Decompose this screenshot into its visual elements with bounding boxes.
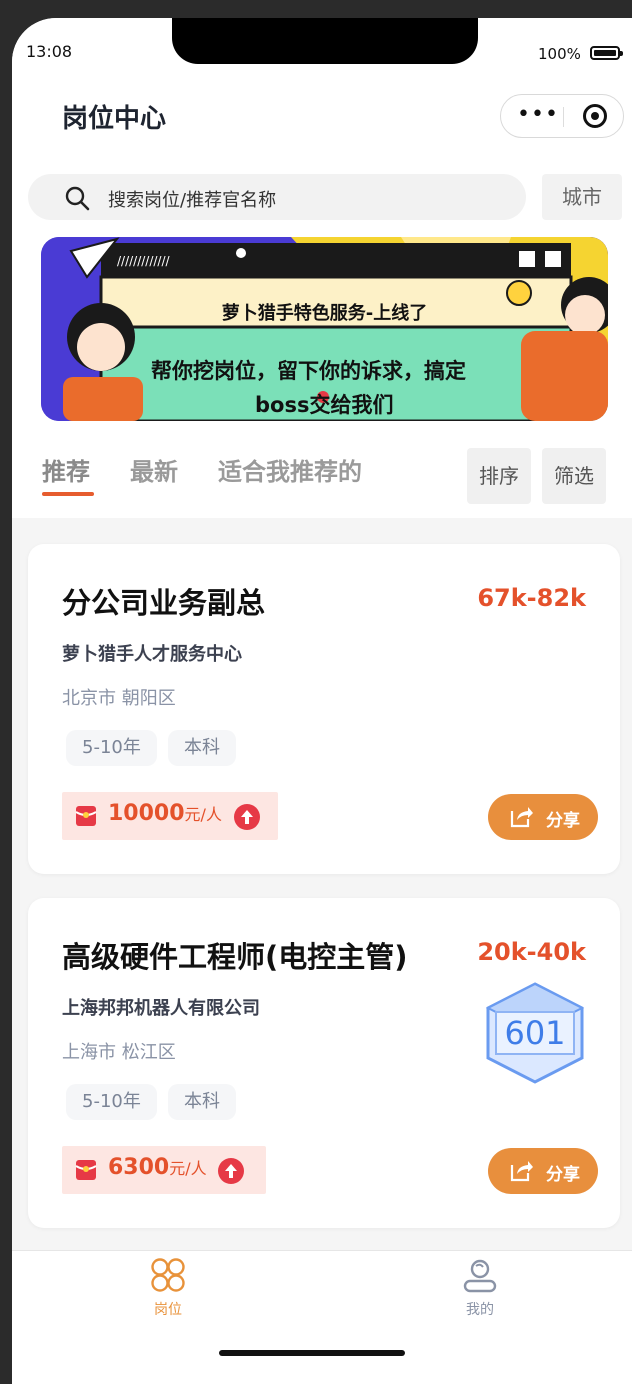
education-tag: 本科 bbox=[168, 1084, 236, 1120]
job-location: 北京市 朝阳区 bbox=[62, 688, 176, 709]
hiring-badge: 601 bbox=[480, 978, 590, 1092]
arrow-up-icon bbox=[234, 804, 260, 830]
tabbar-label: 我的 bbox=[466, 1302, 494, 1318]
notch bbox=[172, 18, 478, 64]
active-tab-indicator bbox=[42, 492, 94, 496]
cube-badge-icon: 601 bbox=[485, 982, 585, 1084]
job-card[interactable]: 高级硬件工程师(电控主管) 20k-40k 上海邦邦机器人有限公司 上海市 松江… bbox=[28, 898, 620, 1228]
job-tabs: 推荐 最新 适合我推荐的 排序 筛选 bbox=[12, 448, 632, 518]
tab-suitable[interactable]: 适合我推荐的 bbox=[218, 452, 362, 487]
battery-icon bbox=[590, 46, 623, 60]
battery-percent: 100% bbox=[538, 45, 581, 63]
tabbar-item-mine[interactable]: 我的 bbox=[440, 1257, 520, 1319]
search-placeholder: 搜索岗位/推荐官名称 bbox=[108, 190, 277, 211]
home-indicator bbox=[219, 1350, 405, 1356]
banner-line3: boss交给我们 bbox=[255, 393, 394, 417]
tab-latest[interactable]: 最新 bbox=[130, 452, 178, 487]
referral-reward: 10000元/人 bbox=[62, 792, 278, 840]
share-label: 分享 bbox=[546, 1165, 580, 1185]
user-icon bbox=[463, 1259, 497, 1293]
grid-icon bbox=[151, 1258, 185, 1292]
job-card[interactable]: 分公司业务副总 67k-82k 萝卜猎手人才服务中心 北京市 朝阳区 5-10年… bbox=[28, 544, 620, 874]
search-input[interactable]: 搜索岗位/推荐官名称 bbox=[28, 174, 526, 220]
job-salary: 20k-40k bbox=[477, 938, 586, 966]
share-label: 分享 bbox=[546, 811, 580, 831]
education-tag: 本科 bbox=[168, 730, 236, 766]
phone-screen: 13:08 100% 岗位中心 ••• 搜索岗位/推荐官名称 城市 //////… bbox=[12, 18, 632, 1384]
red-envelope-icon bbox=[75, 1160, 97, 1180]
badge-number: 601 bbox=[504, 1014, 565, 1052]
job-salary: 67k-82k bbox=[477, 584, 586, 612]
share-icon bbox=[510, 807, 533, 828]
page-title: 岗位中心 bbox=[62, 104, 167, 134]
reward-unit: 元/人 bbox=[184, 805, 222, 824]
search-icon bbox=[65, 186, 90, 211]
reward-value: 10000 bbox=[108, 801, 185, 826]
job-title: 分公司业务副总 bbox=[62, 586, 266, 620]
experience-tag: 5-10年 bbox=[66, 1084, 157, 1120]
share-button[interactable]: 分享 bbox=[488, 1148, 598, 1194]
share-button[interactable]: 分享 bbox=[488, 794, 598, 840]
tabbar-item-jobs[interactable]: 岗位 bbox=[128, 1257, 208, 1319]
svg-text://///////////: ///////////// bbox=[117, 254, 171, 268]
promo-banner[interactable]: ///////////// 萝卜猎手特色服务-上线了 帮你挖岗位，留下你的诉求，… bbox=[41, 237, 608, 421]
job-location: 上海市 松江区 bbox=[62, 1042, 176, 1063]
banner-line2: 帮你挖岗位，留下你的诉求，搞定 bbox=[151, 359, 466, 383]
capsule-divider bbox=[563, 107, 564, 127]
mini-program-capsule: ••• bbox=[500, 94, 624, 138]
experience-tag: 5-10年 bbox=[66, 730, 157, 766]
status-time: 13:08 bbox=[26, 42, 73, 61]
tabbar-label: 岗位 bbox=[154, 1302, 182, 1318]
reward-amount: 6300元/人 bbox=[108, 1155, 207, 1180]
more-icon[interactable]: ••• bbox=[517, 104, 559, 126]
company-name: 萝卜猎手人才服务中心 bbox=[62, 644, 242, 665]
bottom-tab-bar: 岗位 我的 bbox=[12, 1250, 632, 1384]
sort-button[interactable]: 排序 bbox=[467, 448, 531, 504]
city-button[interactable]: 城市 bbox=[542, 174, 622, 220]
tab-recommend[interactable]: 推荐 bbox=[42, 452, 90, 487]
red-envelope-icon bbox=[75, 806, 97, 826]
share-icon bbox=[510, 1161, 533, 1182]
arrow-up-icon bbox=[218, 1158, 244, 1184]
banner-line1: 萝卜猎手特色服务-上线了 bbox=[221, 303, 428, 324]
close-miniprogram-icon[interactable] bbox=[583, 104, 607, 128]
reward-value: 6300 bbox=[108, 1155, 170, 1180]
referral-reward: 6300元/人 bbox=[62, 1146, 266, 1194]
reward-amount: 10000元/人 bbox=[108, 801, 222, 826]
company-name: 上海邦邦机器人有限公司 bbox=[62, 998, 260, 1019]
filter-button[interactable]: 筛选 bbox=[542, 448, 606, 504]
job-title: 高级硬件工程师(电控主管) bbox=[62, 940, 408, 974]
reward-unit: 元/人 bbox=[169, 1159, 207, 1178]
